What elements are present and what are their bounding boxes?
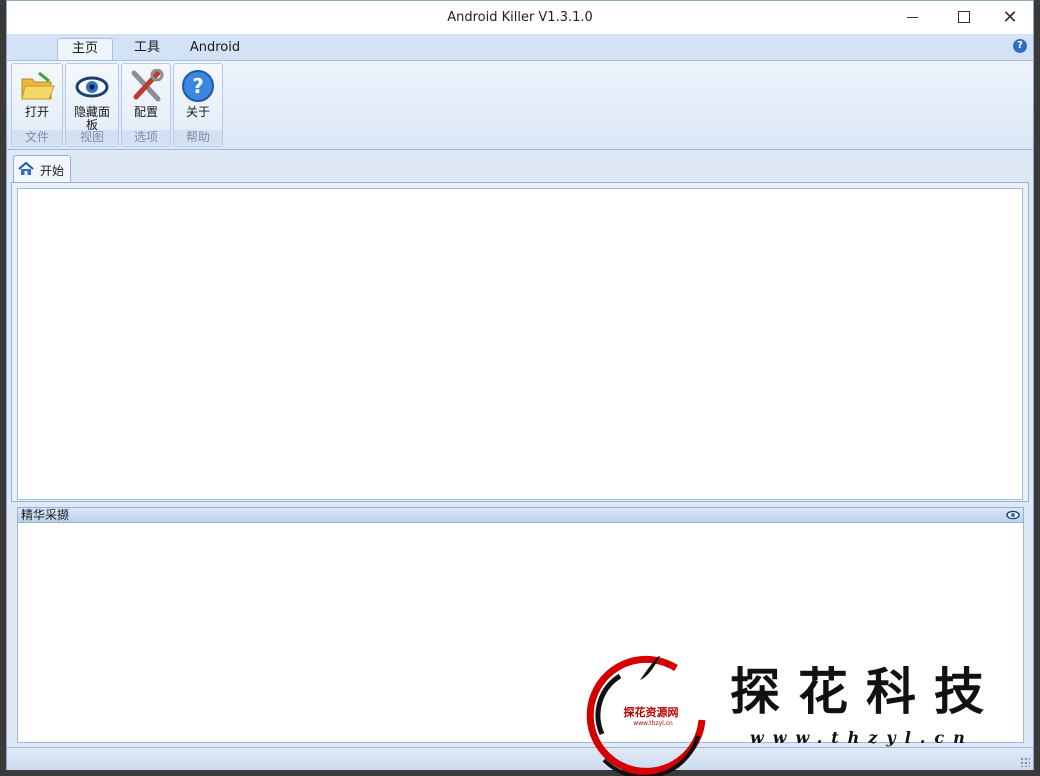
about-label: 关于 [185, 105, 210, 119]
close-icon: ✕ [1002, 6, 1018, 28]
tab-tools[interactable]: 工具 [123, 38, 171, 60]
watermark-url: www.thzyl.cn [750, 728, 974, 747]
tab-android[interactable]: Android [179, 38, 251, 60]
watermark: 探花资源网 www.thzyl.cn 探花科技 www.thzyl.cn [580, 650, 1030, 776]
maximize-icon [958, 11, 970, 23]
watermark-brand: 探花科技 [730, 662, 1002, 721]
title-bar: Android Killer V1.3.1.0 ✕ [7, 1, 1033, 34]
open-folder-icon [21, 71, 55, 100]
tab-home[interactable]: 主页 [57, 38, 113, 60]
group-label-help: 帮助 [174, 130, 222, 145]
open-label: 打开 [24, 105, 49, 119]
home-icon [18, 162, 34, 175]
watermark-seal-url: www.thzyl.cn [633, 720, 673, 727]
help-icon[interactable]: ? [1013, 39, 1027, 53]
open-button[interactable]: 打开 [12, 66, 62, 132]
config-button[interactable]: 配置 [122, 66, 170, 132]
minimize-icon [906, 16, 918, 18]
ribbon-group-file: 打开 文件 [11, 63, 63, 147]
panel-eye-icon[interactable] [1006, 510, 1020, 520]
ribbon-group-view: 隐藏面板 视图 [65, 63, 119, 147]
featured-panel-header: 精华采撷 [17, 507, 1024, 523]
ribbon-group-options: 配置 选项 [121, 63, 171, 147]
group-label-options: 选项 [122, 130, 170, 145]
tab-start[interactable]: 开始 [13, 155, 71, 183]
ribbon-group-help: ? 关于 帮助 [173, 63, 223, 147]
minimize-button[interactable] [889, 1, 935, 33]
start-page-frame [11, 182, 1029, 502]
svg-text:?: ? [192, 74, 204, 98]
document-tab-bar: 开始 [11, 153, 1029, 183]
config-label: 配置 [133, 105, 158, 119]
ribbon-tab-bar: 主页 工具 Android ? [7, 34, 1033, 61]
tools-icon [131, 69, 164, 102]
featured-panel-title: 精华采撷 [21, 508, 70, 522]
group-label-view: 视图 [66, 130, 118, 145]
ribbon-panel: 打开 文件 隐藏面板 视图 配置 选项 ? 关于 帮助 [7, 61, 1033, 150]
window-title: Android Killer V1.3.1.0 [447, 10, 593, 25]
about-button[interactable]: ? 关于 [174, 66, 222, 132]
maximize-button[interactable] [941, 1, 987, 33]
about-icon: ? [182, 70, 214, 102]
hide-panel-button[interactable]: 隐藏面板 [66, 66, 118, 132]
eye-icon [75, 76, 109, 98]
close-button[interactable]: ✕ [987, 1, 1033, 33]
start-page-content[interactable] [17, 188, 1023, 500]
group-label-file: 文件 [12, 130, 62, 145]
watermark-seal-text: 探花资源网 [623, 706, 679, 719]
hide-panel-label: 隐藏面板 [73, 105, 110, 132]
tab-start-label: 开始 [40, 164, 65, 178]
